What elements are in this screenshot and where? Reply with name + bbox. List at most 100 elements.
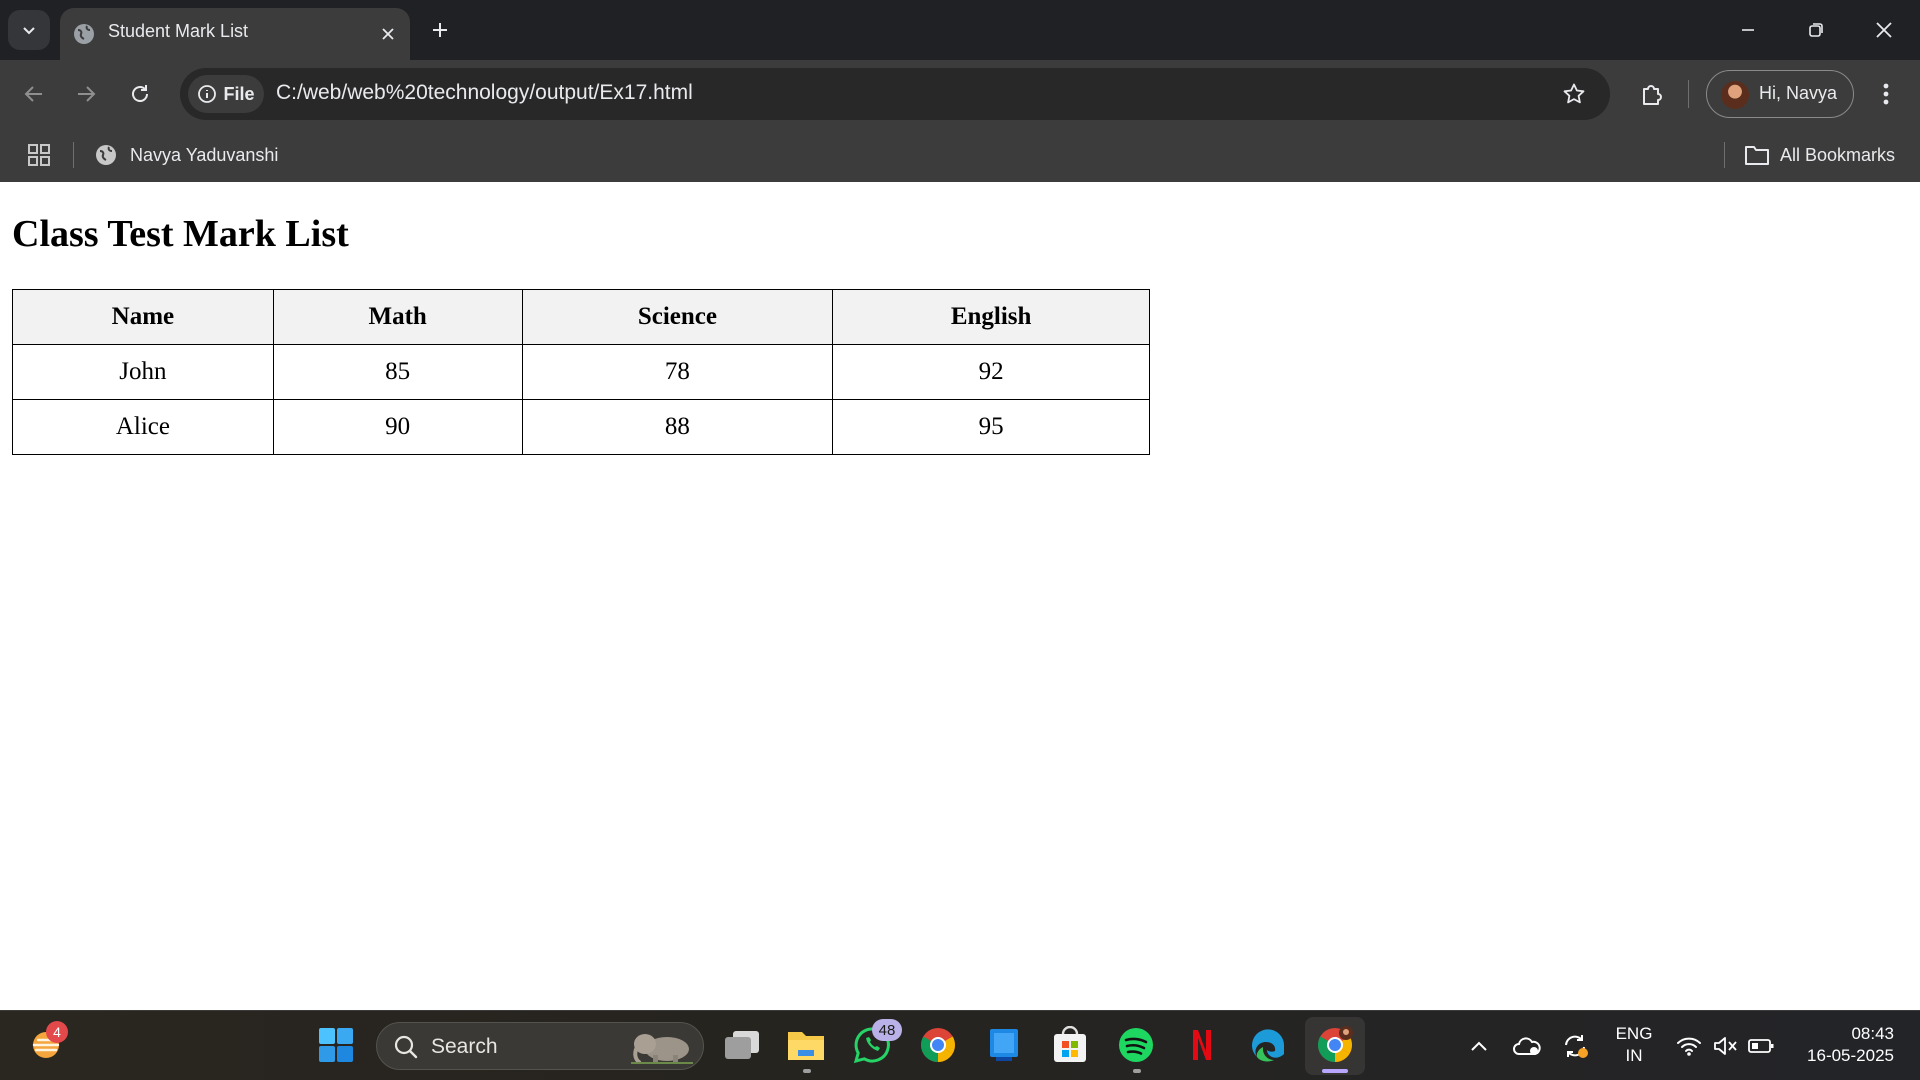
battery-button[interactable] [1746,1031,1776,1061]
file-explorer-icon [788,1032,824,1060]
windows-start-icon [319,1028,353,1062]
netflix-button[interactable] [1180,1023,1224,1067]
task-view-button[interactable] [720,1023,764,1067]
input-language-indicator[interactable]: ENG IN [1612,1023,1656,1067]
restore-button[interactable] [1792,8,1840,52]
table-row: John 85 78 92 [12,344,1150,400]
avatar [1721,81,1749,109]
back-button[interactable] [14,74,54,114]
microsoft-store-button[interactable] [1048,1023,1092,1067]
bookmark-item-navya[interactable]: Navya Yaduvanshi [94,138,278,172]
table-cell: John [12,344,274,400]
language-code: ENG [1615,1024,1653,1043]
table-cell: 78 [521,344,834,400]
reload-button[interactable] [120,74,160,114]
plus-icon [433,23,447,37]
extensions-icon [1643,85,1662,105]
profile-button[interactable]: Hi, Navya [1706,70,1854,118]
bookmarks-bar: Navya Yaduvanshi All Bookmarks [0,128,1920,182]
table-cell: 85 [272,344,523,400]
forward-button[interactable] [66,74,106,114]
all-bookmarks-label: All Bookmarks [1780,144,1896,165]
file-explorer-running-indicator [803,1069,811,1073]
page-title: Class Test Mark List [12,213,349,255]
kebab-menu-icon [1883,83,1889,105]
close-icon [382,28,394,40]
taskbar: 4 Search 48 ENG IN 08:43 16-05-2025 [0,1010,1920,1080]
new-tab-button[interactable] [424,14,456,46]
edge-icon [1252,1029,1285,1062]
star-icon [1563,83,1585,104]
clock-date: 16-05-2025 [1807,1046,1894,1065]
show-hidden-icons-button[interactable] [1464,1031,1494,1061]
volume-button[interactable] [1710,1031,1740,1061]
elephant-illustration-icon [631,1034,693,1064]
mute-icon [1714,1037,1737,1055]
tab-search-button[interactable] [8,10,50,50]
extensions-button[interactable] [1632,74,1672,114]
chevron-down-icon [23,27,35,35]
tab-student-mark-list[interactable]: Student Mark List [60,8,410,60]
network-button[interactable] [1674,1031,1704,1061]
apps-button[interactable] [24,140,54,170]
language-region: IN [1625,1046,1643,1065]
page-content: Class Test Mark List Name Math Science E… [0,182,1920,1010]
bookmark-star-button[interactable] [1558,78,1590,110]
browser-chrome: Student Mark List File C:/web/web%20tech… [0,0,1920,182]
taskbar-search-label: Search [431,1035,498,1058]
table-row: Alice 90 88 95 [12,399,1150,455]
start-button[interactable] [314,1023,358,1067]
sync-icon [1565,1035,1588,1058]
onedrive-button[interactable] [1512,1031,1542,1061]
chevron-up-icon [1471,1041,1487,1051]
column-header-english: English [832,289,1150,345]
chrome-profile-button[interactable] [1313,1023,1357,1067]
bookmark-label: Navya Yaduvanshi [130,144,279,165]
app-icon [990,1029,1018,1061]
battery-icon [1748,1039,1774,1053]
file-explorer-button[interactable] [784,1023,828,1067]
table-cell: 90 [272,399,523,455]
tab-close-button[interactable] [374,20,402,48]
weather-badge: 4 [46,1021,68,1043]
forward-icon [78,86,96,102]
all-bookmarks-button[interactable]: All Bookmarks [1744,138,1895,172]
bookmarks-divider [1724,142,1725,168]
active-app-indicator [1322,1069,1348,1073]
apps-grid-icon [28,144,50,166]
tab-strip: Student Mark List [0,0,1920,60]
address-bar[interactable]: File C:/web/web%20technology/output/Ex17… [180,68,1610,120]
column-header-science: Science [521,289,834,345]
spotify-button[interactable] [1114,1023,1158,1067]
table-cell: 88 [521,399,834,455]
profile-name: Hi, Navya [1759,83,1838,103]
app-button[interactable] [982,1023,1026,1067]
wifi-icon [1677,1037,1701,1056]
chrome-icon [1318,1026,1353,1062]
browser-toolbar: File C:/web/web%20technology/output/Ex17… [0,60,1920,128]
close-window-button[interactable] [1860,8,1908,52]
back-icon [24,86,42,102]
minimize-button[interactable] [1724,8,1772,52]
minimize-icon [1742,29,1754,31]
taskbar-search-box[interactable]: Search [376,1022,704,1070]
tab-title: Student Mark List [108,21,249,41]
folder-icon [1745,146,1769,165]
bookmarks-divider [73,142,74,168]
table-header-row: Name Math Science English [12,289,1150,345]
reload-icon [132,85,148,102]
column-header-math: Math [272,289,523,345]
edge-button[interactable] [1246,1023,1290,1067]
store-icon [1054,1026,1086,1062]
spotify-icon [1119,1028,1153,1062]
search-icon [394,1035,418,1059]
chrome-button[interactable] [916,1023,960,1067]
site-info-chip[interactable]: File [188,75,264,113]
spotify-running-indicator [1133,1069,1141,1073]
restore-icon [1809,23,1823,37]
task-view-icon [725,1031,759,1059]
sync-status-button[interactable] [1560,1031,1590,1061]
browser-menu-button[interactable] [1868,74,1904,114]
url-text[interactable]: C:/web/web%20technology/output/Ex17.html [276,81,693,105]
clock-button[interactable]: 08:43 16-05-2025 [1790,1023,1894,1067]
